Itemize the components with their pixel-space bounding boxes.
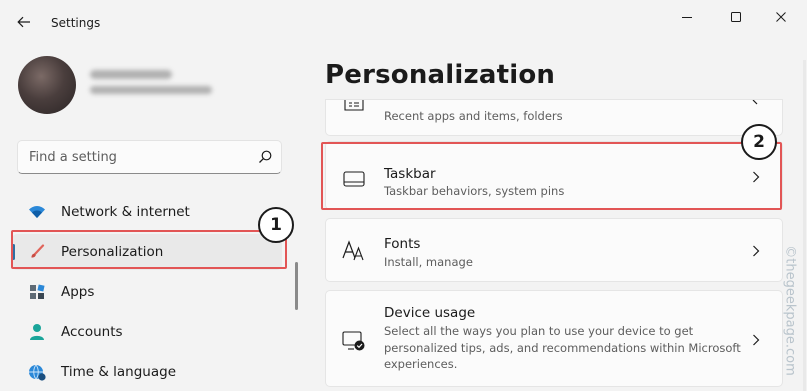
close-button[interactable] — [758, 4, 804, 30]
close-icon — [776, 12, 786, 22]
sidebar-item-label: Accounts — [61, 324, 123, 340]
card-title: Device usage — [384, 305, 476, 321]
sidebar-item-label: Apps — [61, 284, 95, 300]
card-taskbar[interactable]: Taskbar Taskbar behaviors, system pins — [325, 141, 783, 210]
minimize-button[interactable] — [664, 4, 710, 30]
user-name-blurred — [90, 70, 172, 79]
user-email-blurred — [90, 86, 212, 94]
wifi-icon — [28, 203, 46, 221]
minimize-icon — [682, 17, 692, 18]
person-icon — [28, 323, 46, 341]
watermark-text: ©thegeekpage.com — [782, 244, 798, 376]
maximize-button[interactable] — [713, 4, 759, 30]
chevron-right-icon — [750, 170, 762, 184]
avatar[interactable] — [18, 56, 76, 114]
selection-indicator — [12, 244, 15, 260]
callout-2-number: 2 — [753, 132, 765, 152]
chevron-right-icon — [750, 244, 762, 258]
chevron-right-icon — [750, 333, 762, 347]
card-title: Fonts — [384, 236, 421, 252]
app-title: Settings — [51, 16, 101, 30]
maximize-icon — [731, 12, 741, 22]
sidebar-item-accounts[interactable]: Accounts — [12, 314, 282, 350]
card-subtitle: Recent apps and items, folders — [384, 109, 563, 123]
sidebar-item-network[interactable]: Network & internet — [12, 194, 282, 230]
fonts-icon — [342, 239, 366, 263]
taskbar-icon — [342, 167, 366, 191]
sidebar-item-label: Personalization — [61, 244, 164, 260]
callout-1-badge: 1 — [258, 207, 294, 243]
card-subtitle-line: personalized tips, ads, and recommendati… — [384, 340, 741, 355]
sidebar-scrollbar[interactable] — [295, 262, 298, 310]
chevron-right-icon — [750, 100, 762, 108]
watermark: ©thegeekpage.com — [770, 240, 807, 380]
callout-2-badge: 2 — [741, 124, 777, 160]
back-arrow-icon — [17, 16, 30, 28]
device-usage-icon — [342, 329, 366, 353]
back-button[interactable] — [10, 10, 38, 34]
card-device-usage[interactable]: Device usage Select all the ways you pla… — [325, 290, 783, 387]
sidebar-item-label: Time & language — [61, 364, 177, 380]
search-icon[interactable] — [257, 149, 273, 165]
callout-1-number: 1 — [270, 215, 282, 235]
sidebar-item-time-language[interactable]: Time & language — [12, 354, 282, 390]
start-menu-icon — [342, 100, 366, 114]
title-bar: Settings — [0, 0, 807, 42]
sidebar-item-personalization[interactable]: Personalization — [12, 234, 282, 270]
apps-icon — [28, 283, 46, 301]
card-subtitle-line: Select all the ways you plan to use your… — [384, 324, 694, 338]
card-subtitle-line: experiences. — [384, 357, 458, 371]
card-subtitle: Install, manage — [384, 255, 473, 269]
search-box[interactable] — [17, 140, 282, 174]
card-start[interactable]: Recent apps and items, folders — [325, 99, 783, 136]
brush-icon — [28, 243, 46, 261]
globe-clock-icon — [28, 363, 46, 381]
card-subtitle: Taskbar behaviors, system pins — [384, 184, 565, 198]
page-title: Personalization — [325, 60, 556, 90]
card-fonts[interactable]: Fonts Install, manage — [325, 218, 783, 282]
search-input[interactable] — [18, 141, 250, 173]
sidebar-item-apps[interactable]: Apps — [12, 274, 282, 310]
card-title: Taskbar — [384, 166, 436, 182]
sidebar-item-label: Network & internet — [61, 204, 190, 220]
